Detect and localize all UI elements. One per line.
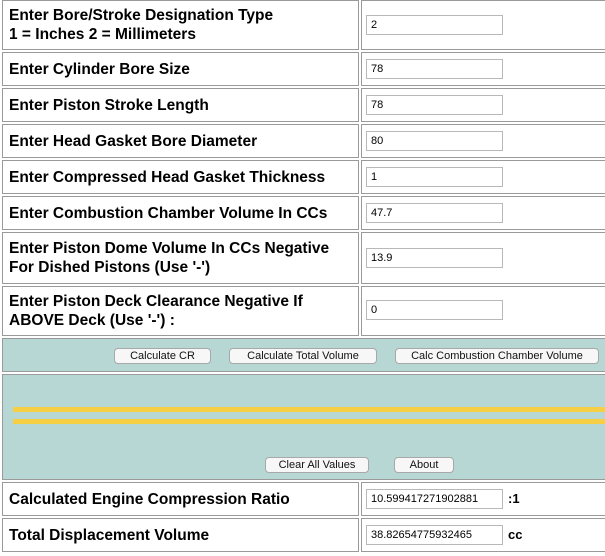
chamber-volume-label: Enter Combustion Chamber Volume In CCs bbox=[2, 196, 359, 230]
chamber-volume-row: Enter Combustion Chamber Volume In CCs bbox=[0, 196, 605, 230]
cylinder-bore-label: Enter Cylinder Bore Size bbox=[2, 52, 359, 86]
cylinder-bore-row: Enter Cylinder Bore Size bbox=[0, 52, 605, 86]
clear-all-values-button[interactable]: Clear All Values bbox=[265, 457, 369, 473]
label-line-1: Total Displacement Volume bbox=[9, 526, 210, 544]
bore-stroke-type-label: Enter Bore/Stroke Designation Type 1 = I… bbox=[2, 0, 359, 50]
compression-ratio-unit: :1 bbox=[508, 491, 520, 506]
about-button[interactable]: About bbox=[394, 457, 454, 473]
label-line-2: 1 = Inches 2 = Millimeters bbox=[9, 26, 196, 43]
piston-dome-row: Enter Piston Dome Volume In CCs Negative… bbox=[0, 232, 605, 284]
total-displacement-output[interactable] bbox=[366, 525, 503, 545]
label-line-1: Enter Head Gasket Bore Diameter bbox=[9, 132, 258, 150]
label-line-1: Calculated Engine Compression Ratio bbox=[9, 490, 290, 508]
label-line-1: Enter Cylinder Bore Size bbox=[9, 60, 190, 78]
label-line-1: Enter Compressed Head Gasket Thickness bbox=[9, 168, 326, 186]
total-displacement-row: Total Displacement Volume cc bbox=[0, 518, 605, 552]
gasket-thickness-input[interactable] bbox=[366, 167, 503, 187]
calculate-total-volume-button[interactable]: Calculate Total Volume bbox=[229, 348, 377, 364]
divider-panel: Clear All Values About bbox=[2, 374, 605, 480]
label-line-1: Enter Piston Stroke Length bbox=[9, 96, 209, 114]
deck-clearance-label: Enter Piston Deck Clearance Negative If … bbox=[2, 286, 359, 336]
label-line-2: For Dished Pistons (Use '-') bbox=[9, 259, 211, 276]
piston-dome-label: Enter Piston Dome Volume In CCs Negative… bbox=[2, 232, 359, 284]
label-line-1: Enter Bore/Stroke Designation Type bbox=[9, 7, 274, 24]
piston-dome-input[interactable] bbox=[366, 248, 503, 268]
label-line-2: ABOVE Deck (Use '-') : bbox=[9, 312, 175, 329]
head-gasket-bore-input[interactable] bbox=[366, 131, 503, 151]
gasket-thickness-label: Enter Compressed Head Gasket Thickness bbox=[2, 160, 359, 194]
cylinder-bore-input[interactable] bbox=[366, 59, 503, 79]
bore-stroke-type-row: Enter Bore/Stroke Designation Type 1 = I… bbox=[0, 0, 605, 50]
compression-ratio-row: Calculated Engine Compression Ratio :1 bbox=[0, 482, 605, 516]
total-displacement-unit: cc bbox=[508, 527, 523, 542]
calculate-button-panel: Calculate CR Calculate Total Volume Calc… bbox=[2, 338, 605, 372]
label-line-1: Enter Combustion Chamber Volume In CCs bbox=[9, 204, 328, 222]
gasket-thickness-row: Enter Compressed Head Gasket Thickness bbox=[0, 160, 605, 194]
piston-stroke-input[interactable] bbox=[366, 95, 503, 115]
chamber-volume-input[interactable] bbox=[366, 203, 503, 223]
head-gasket-bore-label: Enter Head Gasket Bore Diameter bbox=[2, 124, 359, 158]
bore-stroke-type-input[interactable] bbox=[366, 15, 503, 35]
piston-stroke-label: Enter Piston Stroke Length bbox=[2, 88, 359, 122]
label-line-1: Enter Piston Dome Volume In CCs Negative bbox=[9, 240, 330, 257]
calc-chamber-volume-button[interactable]: Calc Combustion Chamber Volume bbox=[395, 348, 599, 364]
label-line-1: Enter Piston Deck Clearance Negative If bbox=[9, 293, 303, 310]
piston-stroke-row: Enter Piston Stroke Length bbox=[0, 88, 605, 122]
deck-clearance-input[interactable] bbox=[366, 300, 503, 320]
total-displacement-label: Total Displacement Volume bbox=[2, 518, 359, 552]
deck-clearance-row: Enter Piston Deck Clearance Negative If … bbox=[0, 286, 605, 336]
compression-ratio-label: Calculated Engine Compression Ratio bbox=[2, 482, 359, 516]
yellow-divider-line bbox=[13, 407, 605, 412]
calculate-cr-button[interactable]: Calculate CR bbox=[114, 348, 211, 364]
compression-ratio-output[interactable] bbox=[366, 489, 503, 509]
head-gasket-bore-row: Enter Head Gasket Bore Diameter bbox=[0, 124, 605, 158]
yellow-divider-line bbox=[13, 419, 605, 424]
